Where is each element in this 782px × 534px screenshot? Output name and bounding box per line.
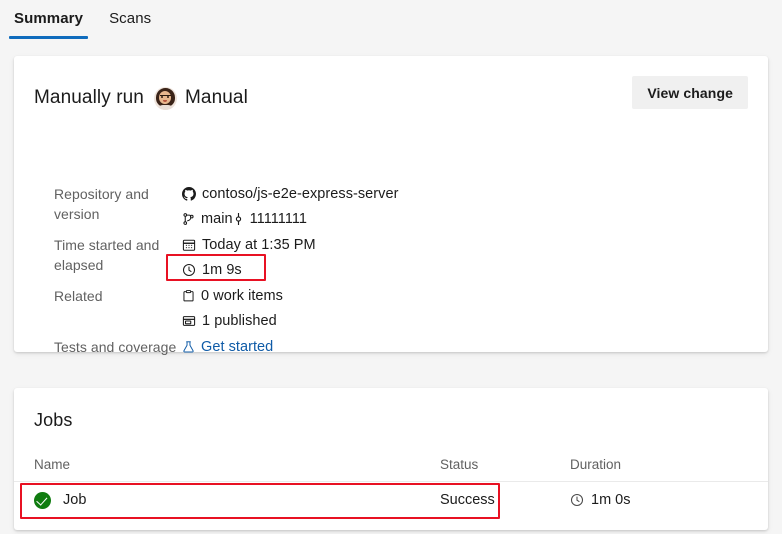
detail-row-repository: Repository and version contoso/js-e2e-ex… xyxy=(54,184,734,229)
calendar-icon xyxy=(182,238,196,252)
branch-name: main xyxy=(201,211,233,227)
job-duration: 1m 0s xyxy=(591,492,631,508)
view-change-button[interactable]: View change xyxy=(632,76,748,109)
tests-get-started-link[interactable]: Get started xyxy=(201,337,273,357)
branch-icon xyxy=(182,212,195,226)
detail-label: Tests and coverage xyxy=(54,339,177,355)
table-row[interactable]: Job Success 1m 0s xyxy=(14,482,768,518)
column-header-name: Name xyxy=(34,457,71,472)
detail-row-tests: Tests and coverage Get started xyxy=(54,337,734,357)
tab-scans[interactable]: Scans xyxy=(107,0,153,39)
jobs-card: Jobs Name Status Duration Job Success 1m… xyxy=(14,388,768,530)
jobs-table-header: Name Status Duration xyxy=(14,448,768,482)
tab-bar: Summary Scans xyxy=(0,0,782,44)
column-header-duration: Duration xyxy=(570,457,622,472)
clock-icon xyxy=(182,263,196,277)
clock-icon xyxy=(570,493,584,507)
commit-group[interactable]: 11111111 xyxy=(233,209,307,229)
commit-id: 11111111 xyxy=(249,211,308,227)
elapsed-time: 1m 9s xyxy=(202,262,242,278)
run-details: Repository and version contoso/js-e2e-ex… xyxy=(54,184,734,363)
repository-value[interactable]: contoso/js-e2e-express-server xyxy=(182,184,734,204)
beaker-icon xyxy=(182,340,195,354)
detail-label: Repository and version xyxy=(54,186,149,222)
tab-summary-label: Summary xyxy=(14,10,84,27)
commit-icon xyxy=(233,212,244,226)
time-started: Today at 1:35 PM xyxy=(202,237,316,253)
elapsed-value: 1m 9s xyxy=(182,260,734,280)
time-started-value: Today at 1:35 PM xyxy=(182,235,734,255)
tab-scans-label: Scans xyxy=(109,10,152,27)
detail-row-related: Related 0 work items 1 published xyxy=(54,286,734,331)
work-items-value[interactable]: 0 work items xyxy=(182,286,734,306)
published-artifacts-value[interactable]: 1 published xyxy=(182,311,734,331)
job-status-cell: Success xyxy=(440,492,495,508)
branch-group[interactable]: main xyxy=(182,209,233,229)
work-item-icon xyxy=(182,289,195,303)
published-count: 1 published xyxy=(202,313,277,329)
job-duration-cell: 1m 0s xyxy=(570,492,768,508)
column-header-status: Status xyxy=(440,457,479,472)
avatar xyxy=(153,86,177,110)
work-items-count: 0 work items xyxy=(201,288,283,304)
artifact-icon xyxy=(182,314,196,328)
run-trigger-label: Manual xyxy=(184,87,248,108)
version-value: main 11111111 xyxy=(182,209,734,229)
jobs-section-title: Jobs xyxy=(34,410,73,430)
github-icon xyxy=(182,187,196,201)
tests-value[interactable]: Get started xyxy=(182,337,734,357)
page-title: Manually run xyxy=(34,87,144,108)
tab-summary[interactable]: Summary xyxy=(9,0,89,39)
summary-card: Manually run Manual View change Reposito… xyxy=(14,56,768,355)
detail-label: Related xyxy=(54,288,103,304)
repository-name: contoso/js-e2e-express-server xyxy=(202,186,399,202)
detail-label: Time started and elapsed xyxy=(54,237,160,273)
job-name: Job xyxy=(63,492,87,508)
success-check-icon xyxy=(34,491,51,509)
tab-active-underline xyxy=(9,36,89,39)
detail-row-time: Time started and elapsed Today at 1:35 P… xyxy=(54,235,734,280)
job-name-cell: Job xyxy=(14,491,440,509)
